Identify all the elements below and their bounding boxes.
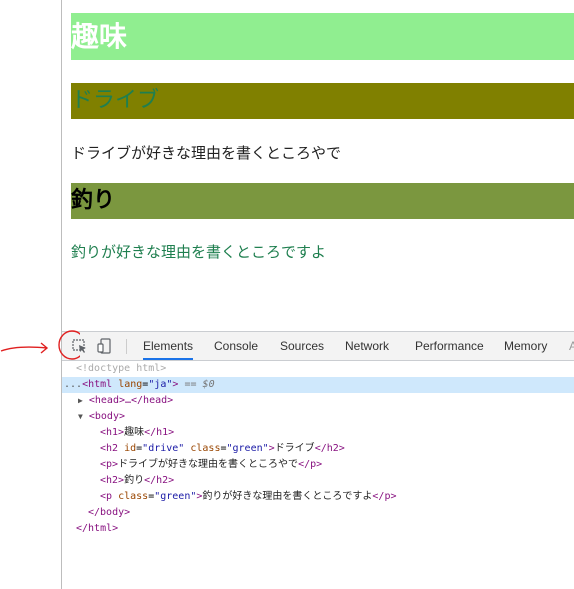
tab-console[interactable]: Console: [214, 332, 258, 360]
h1-text: 趣味: [124, 427, 145, 438]
h2-close: </h2>: [314, 443, 345, 454]
tree-line-h2-drive[interactable]: <h2 id="drive" class="green">ドライブ</h2>: [62, 441, 574, 457]
h1-close: </h1>: [144, 427, 175, 438]
elements-tree: <!doctype html> ...<html lang="ja"> == $…: [62, 361, 574, 537]
h2-text: ドライブ: [274, 443, 315, 454]
tree-line-p-drive[interactable]: <p>ドライブが好きな理由を書くところやで</p>: [62, 457, 574, 473]
h2b-open: <h2>: [100, 475, 125, 486]
expand-arrow-icon[interactable]: ▶: [78, 396, 83, 405]
tab-memory[interactable]: Memory: [504, 332, 547, 360]
tree-line-p-fishing[interactable]: <p class="green">釣りが好きな理由を書くところですよ</p>: [62, 489, 574, 505]
p2-class-attr: class: [118, 491, 149, 502]
paragraph-fishing: 釣りが好きな理由を書くところですよ: [71, 243, 327, 261]
heading-fishing: 釣り: [71, 183, 574, 219]
tree-line-body-close[interactable]: </body>: [62, 505, 574, 521]
tab-network[interactable]: Network: [345, 332, 389, 360]
h1-open: <h1>: [100, 427, 125, 438]
heading-drive: ドライブ: [71, 83, 574, 119]
selected-marker: == $0: [184, 379, 215, 390]
collapse-arrow-icon[interactable]: ▼: [78, 412, 83, 421]
lang-attr: lang: [118, 379, 143, 390]
selection-dots: ...: [64, 379, 83, 390]
tree-line-h1[interactable]: <h1>趣味</h1>: [62, 425, 574, 441]
id-attr: id: [124, 443, 137, 454]
tree-line-h2-fishing[interactable]: <h2>釣り</h2>: [62, 473, 574, 489]
id-value: "drive": [142, 443, 185, 454]
head-text: <head>…</head>: [88, 395, 174, 406]
tab-elements[interactable]: Elements: [143, 332, 194, 360]
toolbar-separator: [126, 339, 127, 354]
tab-sources[interactable]: Sources: [280, 332, 324, 360]
device-toolbar-icon[interactable]: [96, 337, 114, 355]
body-open: <body>: [88, 411, 125, 422]
html-close: </html>: [76, 523, 119, 534]
h2b-text: 釣り: [124, 475, 145, 486]
p-text: ドライブが好きな理由を書くところやで: [118, 459, 299, 470]
tab-overflow[interactable]: A: [569, 332, 574, 360]
devtools-tabbar: Elements Console Sources Network Perform…: [62, 331, 574, 361]
lang-value: "ja": [148, 379, 173, 390]
p-open: <p>: [100, 459, 119, 470]
p2-open: <p: [100, 491, 113, 502]
p2-text: 釣りが好きな理由を書くところですよ: [202, 491, 373, 502]
tree-line-doctype[interactable]: <!doctype html>: [62, 361, 574, 377]
html-tag-end: >: [172, 379, 179, 390]
annotation-arrow-icon: [0, 346, 48, 352]
inspect-element-icon[interactable]: [71, 337, 89, 355]
h2-open: <h2: [100, 443, 119, 454]
page-heading-h1: 趣味: [71, 13, 574, 60]
tab-performance[interactable]: Performance: [415, 332, 484, 360]
class-attr: class: [190, 443, 221, 454]
class-value: "green": [226, 443, 269, 454]
body-close: </body>: [88, 507, 131, 518]
html-tag: <html: [82, 379, 113, 390]
p2-close: </p>: [372, 491, 397, 502]
paragraph-drive: ドライブが好きな理由を書くところやで: [71, 144, 342, 162]
p2-class-value: "green": [154, 491, 197, 502]
devtools-panel: Elements Console Sources Network Perform…: [62, 331, 574, 589]
tree-line-head[interactable]: ▶ <head>…</head>: [62, 393, 574, 409]
tree-line-body[interactable]: ▼ <body>: [62, 409, 574, 425]
tree-line-html-close[interactable]: </html>: [62, 521, 574, 537]
h2b-close: </h2>: [144, 475, 175, 486]
tree-line-html[interactable]: ...<html lang="ja"> == $0: [62, 377, 574, 393]
doctype-text: <!doctype html>: [76, 363, 167, 374]
p-close: </p>: [298, 459, 323, 470]
